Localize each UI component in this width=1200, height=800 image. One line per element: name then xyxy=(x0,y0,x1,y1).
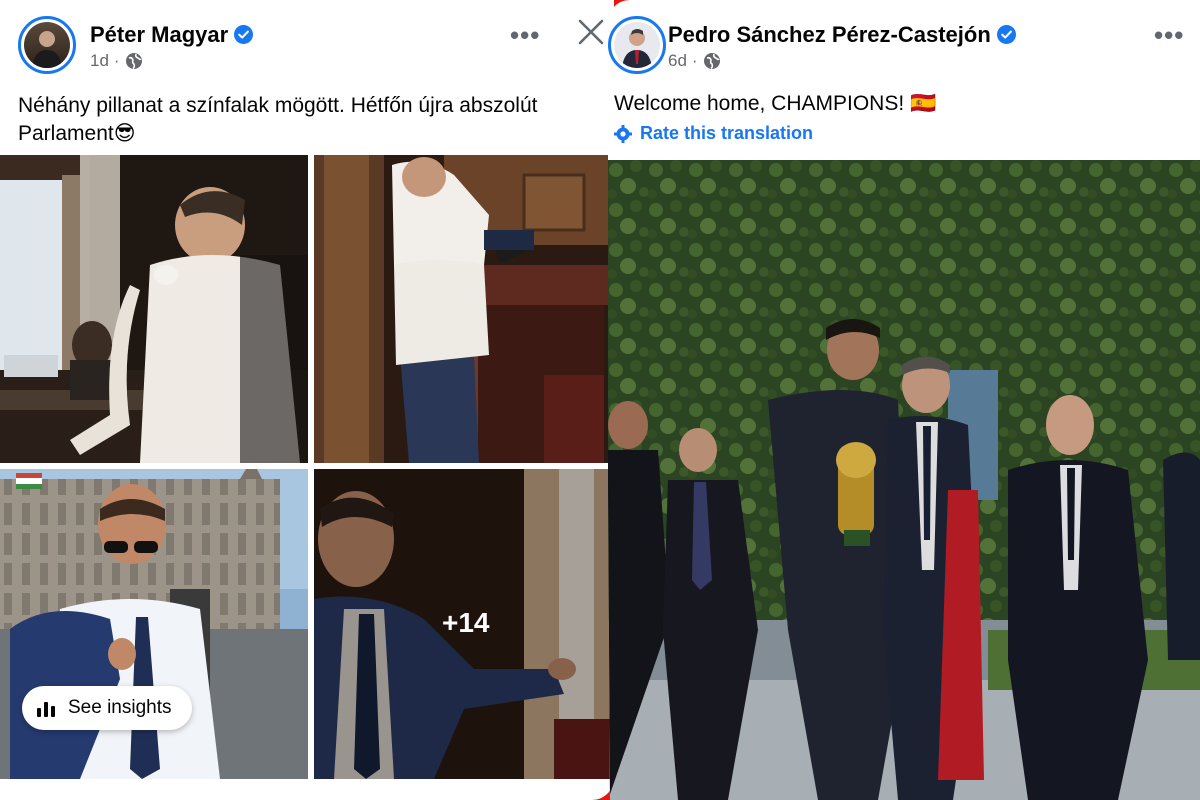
left-post-time[interactable]: 1d xyxy=(90,51,109,71)
person-silhouette-icon xyxy=(622,29,652,68)
left-author-name[interactable]: Péter Magyar xyxy=(90,22,254,48)
more-photos-count[interactable]: +14 xyxy=(442,607,490,639)
verified-badge-icon xyxy=(234,25,254,44)
rate-translation-link[interactable]: Rate this translation xyxy=(614,123,813,144)
rate-translation-label[interactable]: Rate this translation xyxy=(640,123,813,144)
right-post-time[interactable]: 6d xyxy=(668,51,687,71)
see-insights-label: See insights xyxy=(68,697,172,718)
right-author-name[interactable]: Pedro Sánchez Pérez-Castejón xyxy=(668,22,1016,48)
left-post-text-line1: Néhány pillanat a színfalak mögött. Hétf… xyxy=(18,94,538,117)
photo-coffee-window-image xyxy=(0,155,308,463)
gear-icon xyxy=(614,124,632,143)
left-more-icon[interactable]: ••• xyxy=(510,22,540,48)
right-more-icon[interactable]: ••• xyxy=(1154,22,1184,48)
photo-desk-phone-image xyxy=(314,155,614,463)
photo-champions-trophy[interactable] xyxy=(608,160,1200,800)
left-post-text-line2: Parlament😎 xyxy=(18,122,136,145)
right-author-avatar[interactable] xyxy=(608,16,666,74)
bar-chart-icon xyxy=(37,702,55,717)
close-icon[interactable] xyxy=(577,18,605,46)
left-author-avatar[interactable] xyxy=(18,16,76,74)
right-post-meta: 6d · xyxy=(668,51,721,71)
photo-parliament-image xyxy=(0,469,308,779)
right-post-text: Welcome home, CHAMPIONS! 🇪🇸 xyxy=(614,92,937,115)
see-insights-button[interactable]: See insights xyxy=(22,686,192,730)
photo-desk-phone[interactable] xyxy=(314,155,614,463)
person-silhouette-icon xyxy=(32,31,62,68)
globe-icon xyxy=(125,53,142,70)
left-post-text: Néhány pillanat a színfalak mögött. Hétf… xyxy=(18,92,608,148)
globe-icon xyxy=(703,53,720,70)
photo-champions-image xyxy=(608,160,1200,800)
left-post-meta: 1d · xyxy=(90,51,143,71)
photo-suit-portrait[interactable]: +14 xyxy=(314,469,614,779)
photo-parliament-sunglasses[interactable] xyxy=(0,469,308,779)
photo-coffee-window[interactable] xyxy=(0,155,308,463)
left-author-name-text[interactable]: Péter Magyar xyxy=(90,22,228,47)
verified-badge-icon xyxy=(996,25,1016,44)
right-author-name-text[interactable]: Pedro Sánchez Pérez-Castejón xyxy=(668,22,991,47)
left-post-card: Péter Magyar 1d · ••• Néhány pillanat a … xyxy=(0,0,614,800)
right-post-card: Pedro Sánchez Pérez-Castejón 6d · ••• We… xyxy=(608,0,1200,800)
